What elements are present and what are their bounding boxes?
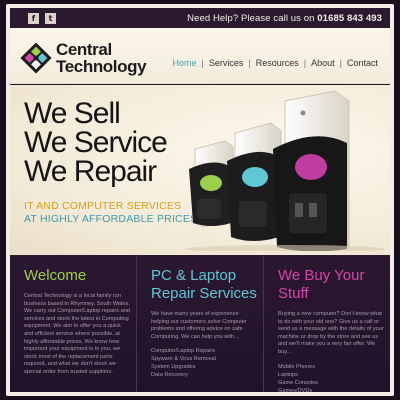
column-text: We have many years of experience helping… xyxy=(151,311,247,340)
hero-line-service: We Service xyxy=(24,126,168,159)
nav-about[interactable]: About xyxy=(307,58,339,68)
site-logo[interactable]: Central Technology xyxy=(20,40,147,76)
content-columns: Welcome Central Technology is a local fa… xyxy=(10,255,390,392)
main-nav: Home | Services | Resources | About | Co… xyxy=(169,58,383,68)
hero-line-repair: We Repair xyxy=(24,155,157,188)
list-item[interactable]: Data Recovery xyxy=(151,371,257,379)
site-header: Central Technology Home | Services | Res… xyxy=(10,28,390,84)
column-buy-your-stuff: We Buy Your Stuff Buying a new computer?… xyxy=(263,255,390,392)
service-list: Computer/Laptop Repairs Spyware & Virus … xyxy=(151,347,257,379)
list-item[interactable]: Spyware & Virus Removal xyxy=(151,355,257,363)
help-text: Need Help? Please call us on xyxy=(187,12,315,24)
hero-banner: We Sell We Service We Repair IT AND COMP… xyxy=(10,85,390,255)
hero-subtitle-1: IT AND COMPUTER SERVICES xyxy=(24,200,182,212)
list-item[interactable]: Game Consoles xyxy=(278,379,384,387)
facebook-icon[interactable]: f xyxy=(28,12,39,24)
hero-headline: We Sell We Service We Repair xyxy=(24,97,168,188)
column-title: Welcome xyxy=(24,267,87,284)
list-item[interactable]: Computer/Laptop Repairs xyxy=(151,347,257,355)
nav-contact[interactable]: Contact xyxy=(343,58,382,68)
hero-line-sell: We Sell xyxy=(24,97,121,130)
tower-pink xyxy=(273,90,350,252)
logo-mark-icon xyxy=(20,42,52,74)
column-title: We Buy Your Stuff xyxy=(278,267,365,302)
nav-resources[interactable]: Resources xyxy=(252,58,303,68)
column-welcome: Welcome Central Technology is a local fa… xyxy=(10,255,136,392)
tower-green xyxy=(189,140,234,228)
column-text: Buying a new computer? Don't know what t… xyxy=(278,311,384,355)
tower-cyan xyxy=(227,122,282,242)
computer-towers-illustration xyxy=(185,90,390,253)
phone-number[interactable]: 01685 843 493 xyxy=(317,13,382,24)
logo-line-2: Technology xyxy=(56,57,147,76)
list-item[interactable]: Mobile Phones xyxy=(278,363,384,371)
twitter-icon[interactable]: t xyxy=(45,12,56,24)
list-item[interactable]: Games/DVDs xyxy=(278,387,384,392)
hero-subtitle-2: AT HIGHLY AFFORDABLE PRICES xyxy=(24,213,198,225)
list-item[interactable]: System Upgrades xyxy=(151,363,257,371)
column-title: PC & Laptop Repair Services xyxy=(151,267,257,302)
list-item[interactable]: Laptops xyxy=(278,371,384,379)
logo-text: Central Technology xyxy=(56,40,147,76)
buy-list: Mobile Phones Laptops Game Consoles Game… xyxy=(278,363,384,392)
column-repair-services: PC & Laptop Repair Services We have many… xyxy=(136,255,263,392)
column-text: Central Technology is a local family run… xyxy=(24,293,130,375)
page-frame: f t Need Help? Please call us on 01685 8… xyxy=(6,4,394,396)
help-contact: Need Help? Please call us on 01685 843 4… xyxy=(187,13,382,24)
top-bar: f t Need Help? Please call us on 01685 8… xyxy=(10,8,390,28)
nav-services[interactable]: Services xyxy=(205,58,248,68)
social-links: f t xyxy=(28,12,56,24)
logo-line-1: Central xyxy=(56,40,112,59)
nav-home[interactable]: Home xyxy=(169,58,201,68)
